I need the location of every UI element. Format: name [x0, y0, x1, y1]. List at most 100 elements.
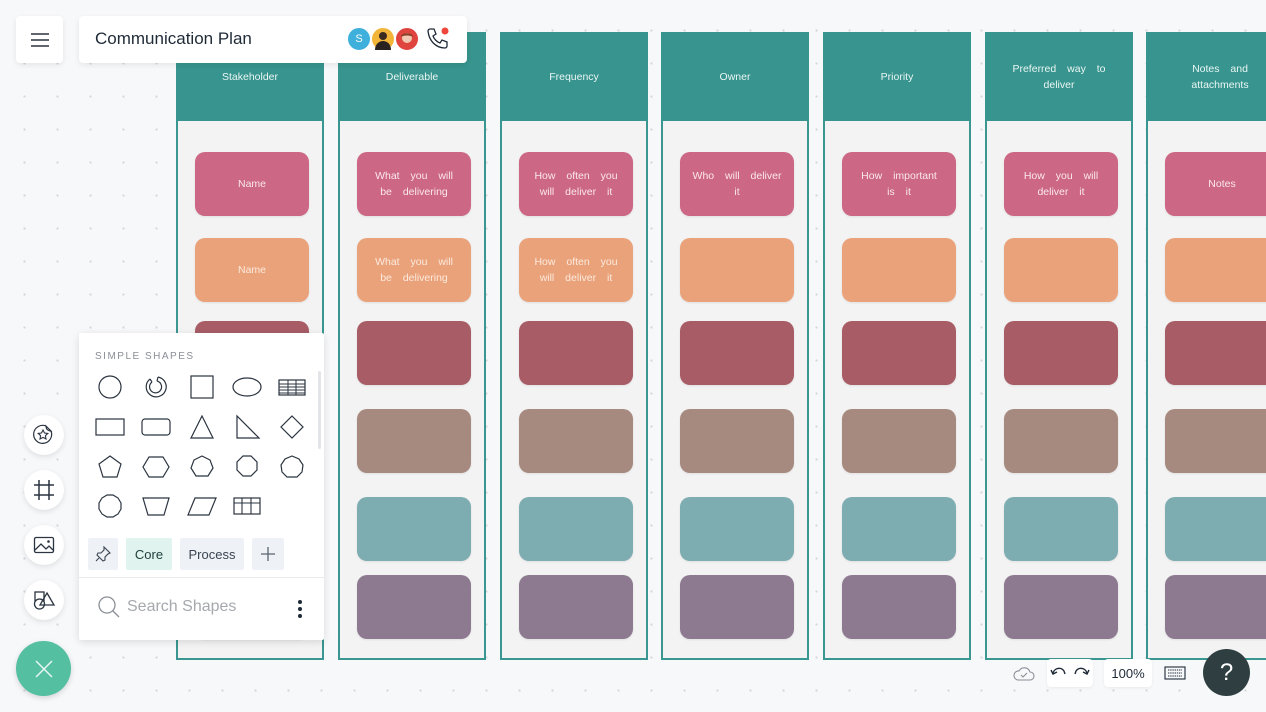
shape-ring[interactable]	[138, 372, 174, 402]
shape-diamond[interactable]	[274, 412, 310, 442]
column-header[interactable]: Owner	[661, 32, 809, 121]
shapes-button[interactable]	[24, 580, 64, 620]
card[interactable]	[1004, 321, 1118, 385]
card[interactable]: How often you will deliver it	[519, 238, 633, 302]
card[interactable]	[519, 321, 633, 385]
collaborator-avatar[interactable]	[395, 27, 419, 51]
search-shapes-input[interactable]: Search Shapes	[97, 595, 236, 619]
collaborator-avatar[interactable]	[371, 27, 395, 51]
column[interactable]: Notes and attachments Notes	[1146, 32, 1266, 660]
help-button[interactable]: ?	[1203, 649, 1250, 696]
table-shape-icon	[278, 379, 306, 396]
card[interactable]: What you will be delivering	[357, 238, 471, 302]
keyboard-icon	[1164, 666, 1186, 680]
column[interactable]: Priority How important is it	[823, 32, 971, 660]
document-title[interactable]: Communication Plan	[95, 29, 252, 49]
square-shape-icon	[190, 375, 214, 399]
card[interactable]	[1004, 575, 1118, 639]
frame-button[interactable]	[24, 470, 64, 510]
plus-icon	[261, 547, 275, 561]
card[interactable]	[1004, 409, 1118, 473]
shape-grid[interactable]	[229, 491, 265, 521]
column-header[interactable]: Frequency	[500, 32, 648, 121]
card[interactable]	[1004, 497, 1118, 561]
menu-button[interactable]	[16, 16, 63, 63]
card[interactable]: How often you will deliver it	[519, 152, 633, 216]
add-library-button[interactable]	[252, 538, 284, 570]
card[interactable]	[357, 575, 471, 639]
nonagon-shape-icon	[280, 455, 304, 478]
column[interactable]: Owner Who will deliver it	[661, 32, 809, 660]
card[interactable]	[680, 497, 794, 561]
tab-process[interactable]: Process	[180, 538, 244, 570]
redo-button[interactable]	[1072, 664, 1090, 683]
card[interactable]: How important is it	[842, 152, 956, 216]
card[interactable]	[842, 238, 956, 302]
card[interactable]	[519, 409, 633, 473]
shape-hexagon[interactable]	[138, 452, 174, 482]
shape-octagon[interactable]	[229, 452, 265, 482]
card[interactable]	[680, 238, 794, 302]
column-header[interactable]: Priority	[823, 32, 971, 121]
card[interactable]: What you will be delivering	[357, 152, 471, 216]
cloud-check-icon	[1013, 667, 1035, 681]
card[interactable]	[1004, 238, 1118, 302]
card[interactable]	[357, 409, 471, 473]
shape-trapezoid[interactable]	[138, 491, 174, 521]
card[interactable]: Notes	[1165, 152, 1266, 216]
shape-decagon[interactable]	[92, 491, 128, 521]
pin-tab[interactable]	[88, 538, 118, 570]
shape-ellipse[interactable]	[229, 372, 265, 402]
column[interactable]: Frequency How often you will deliver it Ho…	[500, 32, 648, 660]
cloud-save-status[interactable]	[1010, 659, 1038, 687]
card[interactable]	[842, 575, 956, 639]
close-fab-button[interactable]	[16, 641, 71, 696]
shape-table[interactable]	[274, 372, 310, 402]
zoom-level[interactable]: 100%	[1104, 659, 1152, 687]
panel-scrollbar[interactable]	[318, 371, 321, 449]
card[interactable]: Name	[195, 238, 309, 302]
card[interactable]	[1165, 497, 1266, 561]
keyboard-shortcuts-button[interactable]	[1162, 659, 1188, 687]
card[interactable]	[680, 321, 794, 385]
column-header[interactable]: Notes and attachments	[1146, 32, 1266, 121]
shape-parallelogram[interactable]	[184, 491, 220, 521]
more-options-button[interactable]	[297, 599, 303, 624]
shape-pentagon[interactable]	[92, 452, 128, 482]
card[interactable]	[519, 575, 633, 639]
shape-rectangle[interactable]	[92, 412, 128, 442]
card[interactable]	[842, 497, 956, 561]
undo-button[interactable]	[1050, 664, 1068, 683]
shape-square[interactable]	[184, 372, 220, 402]
sticker-button[interactable]	[24, 415, 64, 455]
card[interactable]	[1165, 575, 1266, 639]
card[interactable]	[357, 321, 471, 385]
shape-circle[interactable]	[92, 372, 128, 402]
card[interactable]	[680, 409, 794, 473]
card[interactable]: Who will deliver it	[680, 152, 794, 216]
card[interactable]	[842, 321, 956, 385]
rounded-rectangle-shape-icon	[141, 418, 171, 436]
card[interactable]	[842, 409, 956, 473]
shape-triangle[interactable]	[184, 412, 220, 442]
column[interactable]: Deliverable What you will be delivering Wh…	[338, 32, 486, 660]
image-button[interactable]	[24, 525, 64, 565]
collaborator-avatar[interactable]: S	[347, 27, 371, 51]
card[interactable]	[1165, 238, 1266, 302]
card[interactable]: How you will deliver it	[1004, 152, 1118, 216]
card[interactable]	[680, 575, 794, 639]
shapes-icon	[33, 591, 56, 610]
shape-nonagon[interactable]	[274, 452, 310, 482]
column-header[interactable]: Preferred way to deliver	[985, 32, 1133, 121]
shape-heptagon[interactable]	[184, 452, 220, 482]
call-button[interactable]	[425, 26, 451, 57]
card[interactable]	[1165, 409, 1266, 473]
shape-rounded-rectangle[interactable]	[138, 412, 174, 442]
card[interactable]: Name	[195, 152, 309, 216]
card[interactable]	[1165, 321, 1266, 385]
tab-core[interactable]: Core	[126, 538, 172, 570]
shape-right-triangle[interactable]	[229, 412, 265, 442]
card[interactable]	[357, 497, 471, 561]
column[interactable]: Preferred way to deliver How you will del…	[985, 32, 1133, 660]
card[interactable]	[519, 497, 633, 561]
